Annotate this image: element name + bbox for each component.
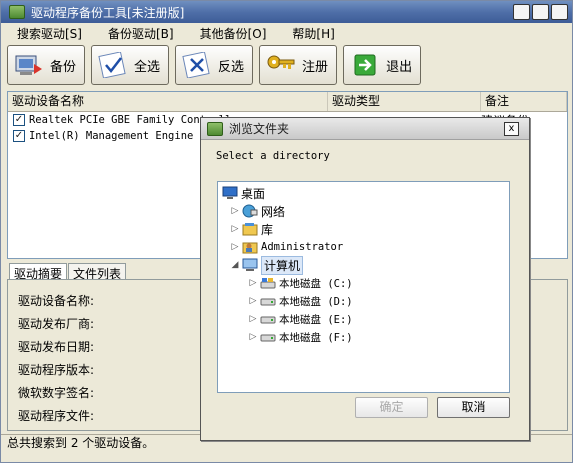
desktop-icon [222,186,238,200]
toolbar: 备份 全选 反选 注册 退出 [7,45,422,85]
expand-icon[interactable]: ▷ [248,314,258,324]
app-icon [9,5,25,19]
tree-item-administrator[interactable]: ▷ Administrator [230,238,343,256]
title-bar[interactable]: 驱动程序备份工具[未注册版] [1,1,572,23]
maximize-button[interactable] [532,4,549,20]
dialog-title-bar[interactable]: 浏览文件夹 x [201,118,529,140]
menu-help[interactable]: 帮助[H] [282,25,344,42]
drive-icon [260,312,276,326]
cross-icon [182,52,212,78]
computer-icon [242,258,258,272]
expand-icon[interactable]: ▷ [230,242,240,252]
drive-icon [260,276,276,290]
detail-date: 驱动发布日期: [18,340,95,354]
dialog-app-icon [207,121,223,136]
tree-item-drive-d[interactable]: ▷ 本地磁盘 (D:) [248,292,353,310]
expand-icon[interactable]: ▷ [230,206,240,216]
select-all-label: 全选 [134,59,161,75]
cancel-button[interactable]: 取消 [437,397,510,418]
folder-tree[interactable]: 桌面 ▷ 网络 ▷ 库 ▷ Administrator ◢ 计算机 ▷ 本地磁盘… [217,181,510,393]
register-button[interactable]: 注册 [259,45,338,85]
detail-version: 驱动程序版本: [18,363,95,377]
dialog-title: 浏览文件夹 [229,122,290,136]
menu-bar: 搜索驱动[S] 备份驱动[B] 其他备份[O] 帮助[H] [1,23,572,43]
user-folder-icon [242,240,258,254]
drive-icon [260,330,276,344]
backup-label: 备份 [50,59,77,75]
tree-item-computer[interactable]: ◢ 计算机 [230,255,304,275]
menu-search[interactable]: 搜索驱动[S] [7,25,92,42]
exit-button[interactable]: 退出 [343,45,422,85]
key-icon [266,52,296,78]
detail-device-name: 驱动设备名称: [18,294,95,308]
library-icon [242,222,258,236]
backup-button[interactable]: 备份 [7,45,86,85]
drive-icon [260,294,276,308]
register-label: 注册 [302,59,329,75]
tree-item-desktop[interactable]: 桌面 [222,184,265,202]
menu-backup[interactable]: 备份驱动[B] [98,25,184,42]
close-button[interactable] [551,4,568,20]
browse-folder-dialog: 浏览文件夹 x Select a directory 桌面 ▷ 网络 ▷ 库 ▷… [200,117,530,441]
dialog-close-button[interactable]: x [504,122,519,136]
expand-icon[interactable]: ▷ [248,332,258,342]
tree-item-drive-c[interactable]: ▷ 本地磁盘 (C:) [248,274,353,292]
select-all-button[interactable]: 全选 [91,45,170,85]
list-header: 驱动设备名称 驱动类型 备注 [8,92,567,112]
expand-icon[interactable]: ▷ [248,278,258,288]
menu-other-backup[interactable]: 其他备份[O] [190,25,277,42]
invert-selection-button[interactable]: 反选 [175,45,254,85]
column-driver-type[interactable]: 驱动类型 [328,92,481,111]
ok-button[interactable]: 确定 [355,397,428,418]
detail-signature: 微软数字签名: [18,386,95,400]
exit-label: 退出 [386,59,413,75]
dialog-message: Select a directory [216,150,330,162]
row-checkbox[interactable]: ✓ [13,114,25,126]
network-icon [242,204,258,218]
collapse-icon[interactable]: ◢ [230,260,240,270]
tree-item-drive-f[interactable]: ▷ 本地磁盘 (F:) [248,328,353,346]
column-device-name[interactable]: 驱动设备名称 [8,92,328,111]
invert-selection-label: 反选 [218,59,245,75]
tree-item-drive-e[interactable]: ▷ 本地磁盘 (E:) [248,310,353,328]
exit-icon [350,52,380,78]
minimize-button[interactable] [513,4,530,20]
column-note[interactable]: 备注 [481,92,567,111]
detail-vendor: 驱动发布厂商: [18,317,95,331]
window-title: 驱动程序备份工具[未注册版] [31,5,185,20]
tree-item-library[interactable]: ▷ 库 [230,220,273,238]
row-checkbox[interactable]: ✓ [13,130,25,142]
window-controls [513,4,568,20]
backup-icon [14,52,44,78]
expand-icon[interactable]: ▷ [248,296,258,306]
expand-icon[interactable]: ▷ [230,224,240,234]
detail-files: 驱动程序文件: [18,409,95,423]
tree-item-network[interactable]: ▷ 网络 [230,202,285,220]
check-icon [98,52,128,78]
